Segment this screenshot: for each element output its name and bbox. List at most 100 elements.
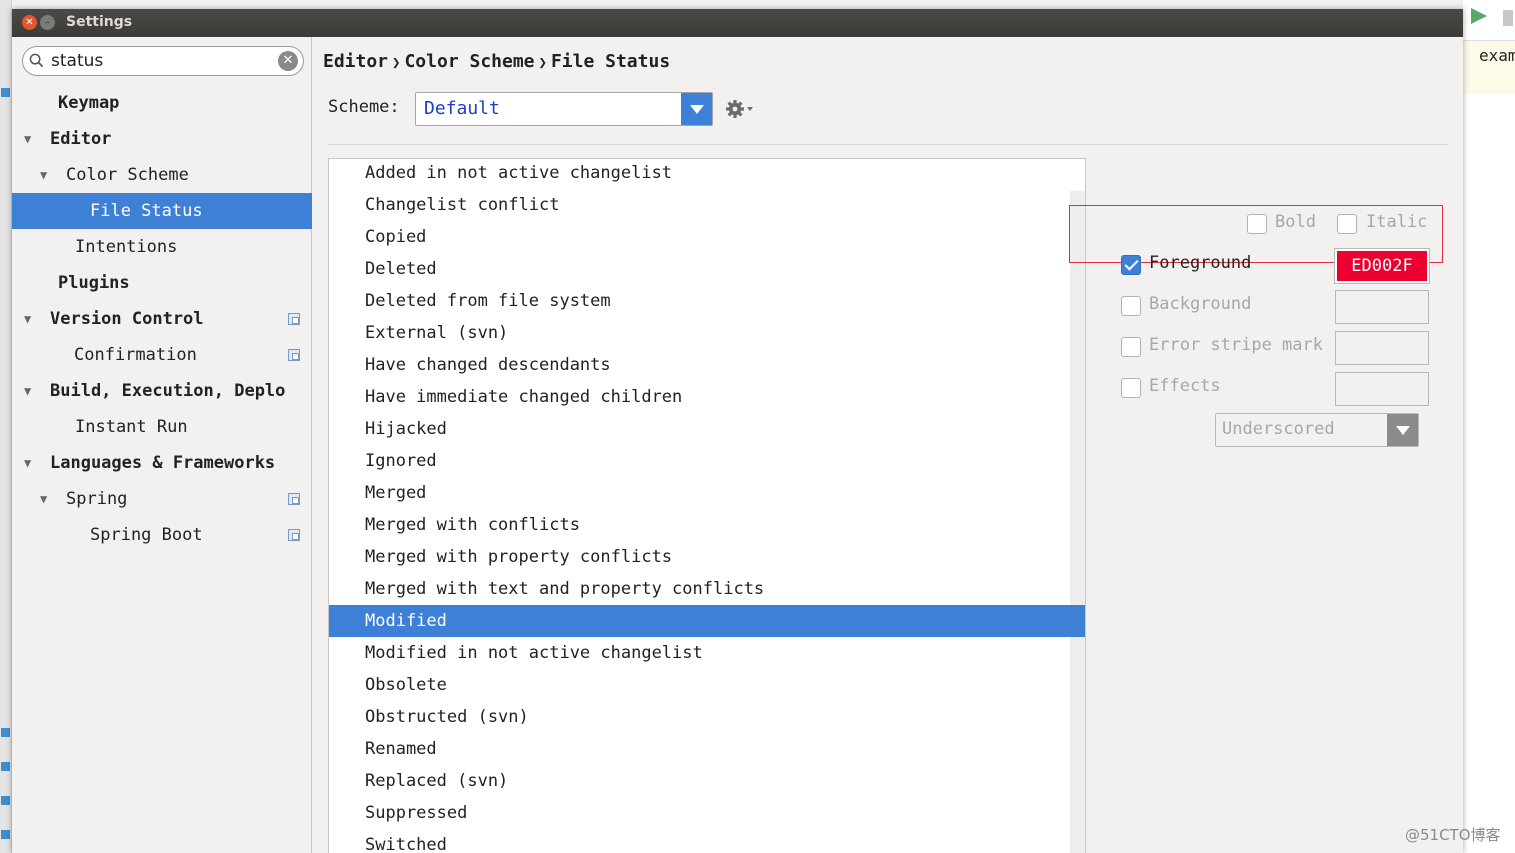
chevron-down-icon[interactable]: [681, 93, 712, 125]
sidebar-item[interactable]: ▼ Version Control: [12, 301, 312, 337]
sidebar-item[interactable]: ▼ Spring: [12, 481, 312, 517]
sidebar-item[interactable]: Instant Run: [12, 409, 312, 445]
bold-label: Bold: [1275, 212, 1316, 232]
list-item[interactable]: Have immediate changed children: [329, 381, 1085, 413]
sidebar-item[interactable]: File Status: [12, 193, 312, 229]
foreground-checkbox[interactable]: [1121, 255, 1141, 275]
list-item[interactable]: Hijacked: [329, 413, 1085, 445]
list-item[interactable]: Deleted from file system: [329, 285, 1085, 317]
expand-arrow-icon[interactable]: ▼: [24, 445, 31, 481]
sidebar-item-label: Plugins: [58, 273, 130, 293]
list-item[interactable]: Modified: [329, 605, 1085, 637]
italic-checkbox[interactable]: [1337, 214, 1357, 234]
sidebar-item[interactable]: Intentions: [12, 229, 312, 265]
list-item[interactable]: Ignored: [329, 445, 1085, 477]
list-item[interactable]: Renamed: [329, 733, 1085, 765]
project-level-icon: [288, 493, 300, 505]
effects-label: Effects: [1149, 376, 1221, 396]
sidebar-item[interactable]: Confirmation: [12, 337, 312, 373]
sidebar-item[interactable]: Spring Boot: [12, 517, 312, 553]
toolbar-icon: [1503, 10, 1513, 26]
list-item[interactable]: Replaced (svn): [329, 765, 1085, 797]
search-icon: [29, 53, 44, 68]
title-bar: ✕ – Settings: [12, 9, 1463, 37]
sidebar-item[interactable]: ▼ Languages & Frameworks: [12, 445, 312, 481]
list-item[interactable]: Suppressed: [329, 797, 1085, 829]
sidebar-item[interactable]: ▼ Build, Execution, Deplo: [12, 373, 312, 409]
sidebar-item-label: Color Scheme: [66, 165, 189, 185]
sidebar-item-label: Build, Execution, Deplo: [50, 381, 286, 401]
list-item[interactable]: Modified in not active changelist: [329, 637, 1085, 669]
chevron-right-icon: ❯: [538, 55, 547, 71]
breadcrumb-item: File Status: [550, 51, 671, 72]
list-item[interactable]: External (svn): [329, 317, 1085, 349]
sidebar-item-label: Intentions: [75, 237, 178, 257]
project-level-icon: [288, 313, 300, 325]
expand-arrow-icon[interactable]: ▼: [24, 301, 31, 337]
scheme-value: Default: [424, 98, 500, 119]
watermark: @51CTO博客: [1405, 826, 1501, 844]
search-input[interactable]: [51, 49, 271, 73]
error-stripe-color-swatch[interactable]: [1335, 331, 1429, 365]
error-stripe-label: Error stripe mark: [1149, 335, 1323, 355]
file-status-list: Added in not active changelist Changelist…: [328, 158, 1086, 853]
background-ide-left-strip: [0, 0, 12, 853]
list-item[interactable]: Switched: [329, 829, 1085, 853]
foreground-color-swatch[interactable]: ED002F: [1334, 248, 1430, 284]
settings-content: Editor ❯ Color Scheme ❯ File Status Scheme: …: [313, 37, 1463, 853]
project-level-icon: [288, 529, 300, 541]
sidebar-item-label: Instant Run: [75, 417, 188, 437]
expand-arrow-icon[interactable]: ▼: [40, 481, 47, 517]
tool-icon: [1, 762, 10, 771]
list-item[interactable]: Merged: [329, 477, 1085, 509]
chevron-down-icon[interactable]: [1387, 414, 1418, 446]
sidebar-item[interactable]: ▼ Editor: [12, 121, 312, 157]
close-window-button[interactable]: ✕: [22, 15, 37, 30]
list-item[interactable]: Obstructed (svn): [329, 701, 1085, 733]
list-item[interactable]: Copied: [329, 221, 1085, 253]
scheme-label: Scheme:: [328, 97, 400, 117]
background-color-swatch[interactable]: [1335, 290, 1429, 324]
chevron-right-icon: ❯: [392, 55, 401, 71]
list-item[interactable]: Merged with text and property conflicts: [329, 573, 1085, 605]
settings-dialog: ✕ – Settings ✕ Keymap▼Editor▼Color Schem…: [12, 9, 1463, 853]
expand-arrow-icon[interactable]: ▼: [24, 121, 31, 157]
effect-type-dropdown[interactable]: Underscored: [1215, 413, 1419, 447]
editor-tab-label: exam: [1479, 46, 1515, 65]
effects-color-swatch[interactable]: [1335, 372, 1429, 406]
list-item[interactable]: Obsolete: [329, 669, 1085, 701]
error-stripe-checkbox[interactable]: [1121, 337, 1141, 357]
sidebar-item-label: Version Control: [50, 309, 204, 329]
list-item[interactable]: Merged with conflicts: [329, 509, 1085, 541]
breadcrumb-item: Color Scheme: [404, 51, 535, 72]
run-icon: [1471, 8, 1487, 24]
sidebar-item-label: File Status: [90, 201, 203, 221]
breadcrumb-item: Editor: [323, 51, 389, 72]
background-label: Background: [1149, 294, 1252, 314]
gear-icon[interactable]: [725, 98, 757, 120]
tool-icon: [1, 728, 10, 737]
sidebar-item[interactable]: ▼ Color Scheme: [12, 157, 312, 193]
list-item[interactable]: Have changed descendants: [329, 349, 1085, 381]
background-ide-right-strip: exam: [1463, 0, 1515, 853]
scheme-dropdown[interactable]: Default: [415, 92, 713, 126]
sidebar-item-label: Spring Boot: [90, 525, 203, 545]
list-item[interactable]: Added in not active changelist: [329, 159, 1085, 189]
expand-arrow-icon[interactable]: ▼: [24, 373, 31, 409]
sidebar-item-label: Editor: [50, 129, 112, 149]
tool-icon: [1, 796, 10, 805]
expand-arrow-icon[interactable]: ▼: [40, 157, 47, 193]
background-checkbox[interactable]: [1121, 296, 1141, 316]
list-item[interactable]: Changelist conflict: [329, 189, 1085, 221]
bold-checkbox[interactable]: [1247, 214, 1267, 234]
minimize-window-button[interactable]: –: [40, 15, 55, 30]
list-item[interactable]: Deleted: [329, 253, 1085, 285]
divider: [328, 144, 1448, 145]
sidebar-item-label: Spring: [66, 489, 128, 509]
sidebar-item[interactable]: Keymap: [12, 85, 312, 121]
sidebar-item[interactable]: Plugins: [12, 265, 312, 301]
clear-search-icon[interactable]: ✕: [278, 51, 298, 71]
effects-checkbox[interactable]: [1121, 378, 1141, 398]
list-item[interactable]: Merged with property conflicts: [329, 541, 1085, 573]
tool-icon: [1, 88, 10, 97]
